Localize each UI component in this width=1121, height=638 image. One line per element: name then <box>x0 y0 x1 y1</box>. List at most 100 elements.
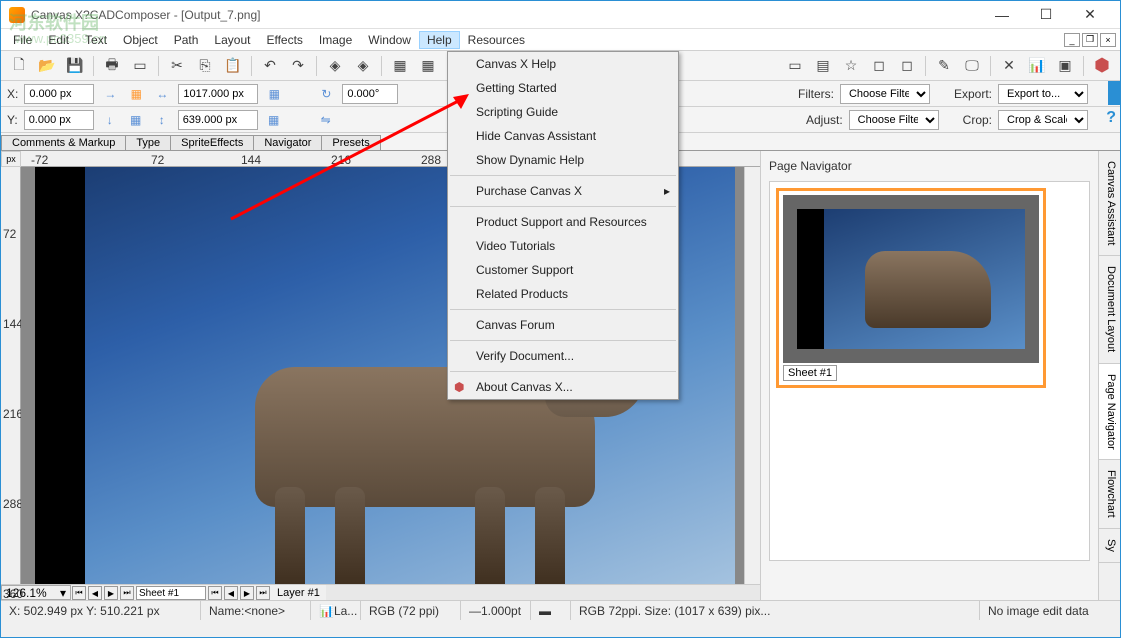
adjust-select[interactable]: Choose Filter <box>849 110 939 130</box>
film-icon[interactable]: ▤ <box>811 54 835 78</box>
side-tab-canvas-assistant[interactable]: Canvas Assistant <box>1099 151 1120 256</box>
help-icon[interactable]: ? <box>1106 109 1116 127</box>
star-icon[interactable]: ☆ <box>839 54 863 78</box>
flip-icon[interactable]: ⇋ <box>316 110 336 130</box>
dd-verify-document[interactable]: Verify Document... <box>448 344 678 368</box>
menu-resources[interactable]: Resources <box>460 31 533 49</box>
maximize-button[interactable]: ☐ <box>1024 1 1068 29</box>
mdi-restore[interactable]: ❐ <box>1082 33 1098 47</box>
tab-presets[interactable]: Presets <box>321 135 380 150</box>
layer-prev-icon[interactable]: ◀ <box>224 586 238 600</box>
menu-edit[interactable]: Edit <box>40 31 77 49</box>
menu-file[interactable]: File <box>5 31 40 49</box>
frame2-icon[interactable]: ◻ <box>895 54 919 78</box>
monitor-icon[interactable]: 🖵 <box>960 54 984 78</box>
lock-icon[interactable]: ▦ <box>264 84 284 104</box>
close-button[interactable]: ✕ <box>1068 1 1112 29</box>
side-tab-page-navigator[interactable]: Page Navigator <box>1099 364 1120 461</box>
side-tab-flowchart[interactable]: Flowchart <box>1099 460 1120 529</box>
dd-canvas-forum[interactable]: Canvas Forum <box>448 313 678 337</box>
angle-input[interactable] <box>342 84 398 104</box>
side-tabs: Canvas Assistant Document Layout Page Na… <box>1098 151 1120 600</box>
dd-customer-support[interactable]: Customer Support <box>448 258 678 282</box>
mdi-minimize[interactable]: _ <box>1064 33 1080 47</box>
x-input[interactable] <box>24 84 94 104</box>
dd-product-support[interactable]: Product Support and Resources <box>448 210 678 234</box>
frame-icon[interactable]: ◻ <box>867 54 891 78</box>
height-input[interactable] <box>178 110 258 130</box>
menu-effects[interactable]: Effects <box>258 31 310 49</box>
presentation-icon[interactable]: ▭ <box>128 54 152 78</box>
menu-help[interactable]: Help <box>419 31 460 49</box>
crop-select[interactable]: Crop & Scale <box>998 110 1088 130</box>
minimize-button[interactable]: — <box>980 1 1024 29</box>
layer-next-icon[interactable]: ▶ <box>240 586 254 600</box>
dd-canvas-x-help[interactable]: Canvas X Help <box>448 52 678 76</box>
dd-purchase-canvas-x[interactable]: Purchase Canvas X▸ <box>448 179 678 203</box>
chart-icon[interactable]: 📊 <box>1025 54 1049 78</box>
dd-hide-canvas-assistant[interactable]: Hide Canvas Assistant <box>448 124 678 148</box>
nav-prev-icon[interactable]: ◀ <box>88 586 102 600</box>
layers2-icon[interactable]: ◈ <box>351 54 375 78</box>
tool1-icon[interactable]: ✕ <box>997 54 1021 78</box>
dd-scripting-guide[interactable]: Scripting Guide <box>448 100 678 124</box>
lock2-icon[interactable]: ▦ <box>264 110 284 130</box>
stack-icon[interactable]: ▦ <box>388 54 412 78</box>
sheet-select[interactable] <box>136 586 206 600</box>
scrollbar-horizontal[interactable] <box>326 585 760 600</box>
rotate-icon[interactable]: ↻ <box>316 84 336 104</box>
menu-object[interactable]: Object <box>115 31 166 49</box>
anchor-icon[interactable]: ▦ <box>126 84 146 104</box>
nav-first-icon[interactable]: ⏮ <box>72 586 86 600</box>
dd-getting-started[interactable]: Getting Started <box>448 76 678 100</box>
collapse-tab[interactable] <box>1108 81 1120 105</box>
new-icon[interactable]: 🗋 <box>7 54 31 78</box>
cut-icon[interactable]: ✂ <box>165 54 189 78</box>
open-icon[interactable]: 📂 <box>35 54 59 78</box>
filters-select[interactable]: Choose Filter <box>840 84 930 104</box>
y-input[interactable] <box>24 110 94 130</box>
crop-label: Crop: <box>963 113 992 127</box>
export-select[interactable]: Export to... <box>998 84 1088 104</box>
layer-last-icon[interactable]: ⏭ <box>256 586 270 600</box>
tab-spriteeffects[interactable]: SpriteEffects <box>170 135 254 150</box>
anchor2-icon[interactable]: ▦ <box>126 110 146 130</box>
sheet-thumbnail[interactable]: Sheet #1 <box>776 188 1046 388</box>
cube-icon[interactable]: ▣ <box>1053 54 1077 78</box>
menu-layout[interactable]: Layout <box>206 31 258 49</box>
mdi-close[interactable]: × <box>1100 33 1116 47</box>
preview-icon[interactable]: ▭ <box>783 54 807 78</box>
save-icon[interactable]: 💾 <box>63 54 87 78</box>
canvas-logo-icon: ⬢ <box>1090 54 1114 78</box>
dd-show-dynamic-help[interactable]: Show Dynamic Help <box>448 148 678 172</box>
menu-image[interactable]: Image <box>311 31 360 49</box>
menu-window[interactable]: Window <box>360 31 419 49</box>
width-input[interactable] <box>178 84 258 104</box>
layer-first-icon[interactable]: ⏮ <box>208 586 222 600</box>
stack2-icon[interactable]: ▦ <box>416 54 440 78</box>
help-dropdown: Canvas X Help Getting Started Scripting … <box>447 51 679 400</box>
tab-navigator[interactable]: Navigator <box>253 135 322 150</box>
scrollbar-vertical[interactable] <box>744 167 760 584</box>
menu-text[interactable]: Text <box>77 31 115 49</box>
side-tab-sy[interactable]: Sy <box>1099 529 1120 563</box>
ruler-vertical: 72 144 216 288 360 <box>1 167 21 584</box>
undo-icon[interactable]: ↶ <box>258 54 282 78</box>
edit-icon[interactable]: ✎ <box>932 54 956 78</box>
layer-label: Layer #1 <box>271 585 326 600</box>
nav-next-icon[interactable]: ▶ <box>104 586 118 600</box>
layers-icon[interactable]: ◈ <box>323 54 347 78</box>
menu-path[interactable]: Path <box>166 31 207 49</box>
copy-icon[interactable]: ⎘ <box>193 54 217 78</box>
titlebar: Canvas X?CADComposer - [Output_7.png] — … <box>1 1 1120 29</box>
side-tab-document-layout[interactable]: Document Layout <box>1099 256 1120 363</box>
dd-related-products[interactable]: Related Products <box>448 282 678 306</box>
nav-last-icon[interactable]: ⏭ <box>120 586 134 600</box>
paste-icon[interactable]: 📋 <box>221 54 245 78</box>
tab-comments[interactable]: Comments & Markup <box>1 135 126 150</box>
redo-icon[interactable]: ↷ <box>286 54 310 78</box>
dd-video-tutorials[interactable]: Video Tutorials <box>448 234 678 258</box>
print-icon[interactable]: 🖶 <box>100 54 124 78</box>
tab-type[interactable]: Type <box>125 135 171 150</box>
dd-about-canvas-x[interactable]: ⬢About Canvas X... <box>448 375 678 399</box>
